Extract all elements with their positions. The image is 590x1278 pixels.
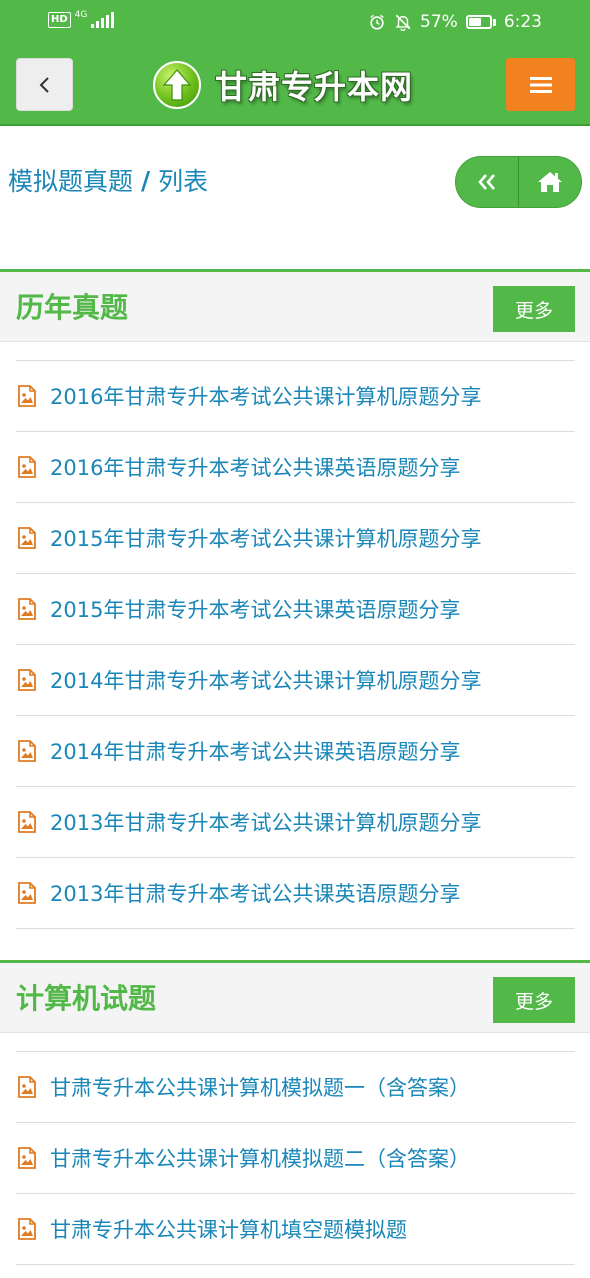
breadcrumb-separator: / xyxy=(141,165,151,195)
breadcrumb-parent-link[interactable]: 模拟题真题 xyxy=(8,162,133,198)
list-item-text: 2014年甘肃专升本考试公共课计算机原题分享 xyxy=(50,669,482,693)
list-item-text: 甘肃专升本公共课计算机填空题模拟题 xyxy=(50,1218,407,1242)
go-back-button[interactable] xyxy=(456,157,518,207)
list-item-text: 甘肃专升本公共课计算机模拟题二（含答案） xyxy=(50,1147,470,1171)
section-header-past-exams: 历年真题 更多 xyxy=(0,269,590,342)
home-button[interactable] xyxy=(519,157,581,207)
back-button[interactable] xyxy=(16,58,73,111)
image-file-icon xyxy=(18,1218,36,1240)
logo-text: 甘肃专升本网 xyxy=(215,68,414,106)
list-item[interactable]: 2016年甘肃专升本考试公共课计算机原题分享 xyxy=(16,361,575,432)
more-button[interactable]: 更多 xyxy=(493,977,575,1023)
list-item-text: 甘肃专升本公共课计算机模拟题一（含答案） xyxy=(50,1076,470,1100)
section-header-computer-tests: 计算机试题 更多 xyxy=(0,960,590,1033)
list-item[interactable]: 2014年甘肃专升本考试公共课计算机原题分享 xyxy=(16,645,575,716)
list-item[interactable]: 2015年甘肃专升本考试公共课英语原题分享 xyxy=(16,574,575,645)
image-file-icon xyxy=(18,1076,36,1098)
site-logo[interactable]: 甘肃专升本网 xyxy=(153,60,413,110)
hd-badge: HD xyxy=(48,12,71,28)
double-chevron-left-icon xyxy=(478,174,495,190)
image-file-icon xyxy=(18,740,36,762)
menu-button[interactable] xyxy=(506,58,575,111)
list-item-text: 2016年甘肃专升本考试公共课计算机原题分享 xyxy=(50,385,482,409)
image-file-icon xyxy=(18,669,36,691)
list-item-text: 2013年甘肃专升本考试公共课英语原题分享 xyxy=(50,882,461,906)
section-title: 历年真题 xyxy=(16,291,129,324)
chevron-left-icon xyxy=(39,76,49,93)
list-item-text: 2015年甘肃专升本考试公共课计算机原题分享 xyxy=(50,527,482,551)
list-item[interactable]: 甘肃专升本公共课计算机填空题模拟题 xyxy=(16,1194,575,1265)
computer-tests-list: 甘肃专升本公共课计算机模拟题一（含答案） 甘肃专升本公共课计算机模拟题二（含答案… xyxy=(16,1051,575,1265)
list-item[interactable]: 2016年甘肃专升本考试公共课英语原题分享 xyxy=(16,432,575,503)
image-file-icon xyxy=(18,456,36,478)
home-icon xyxy=(538,172,562,192)
list-item[interactable]: 甘肃专升本公共课计算机模拟题二（含答案） xyxy=(16,1123,575,1194)
network-type: 4G xyxy=(74,9,88,20)
signal-icon xyxy=(91,12,115,28)
section-title: 计算机试题 xyxy=(16,982,157,1015)
past-exams-list: 2016年甘肃专升本考试公共课计算机原题分享 2016年甘肃专升本考试公共课英语… xyxy=(16,360,575,929)
image-file-icon xyxy=(18,1147,36,1169)
battery-icon xyxy=(465,15,496,29)
image-file-icon xyxy=(18,385,36,407)
clock: 6:23 xyxy=(503,12,542,32)
image-file-icon xyxy=(18,811,36,833)
image-file-icon xyxy=(18,598,36,620)
list-item-text: 2014年甘肃专升本考试公共课英语原题分享 xyxy=(50,740,461,764)
image-file-icon xyxy=(18,527,36,549)
more-button[interactable]: 更多 xyxy=(493,286,575,332)
list-item-text: 2016年甘肃专升本考试公共课英语原题分享 xyxy=(50,456,461,480)
list-item[interactable]: 2015年甘肃专升本考试公共课计算机原题分享 xyxy=(16,503,575,574)
up-arrow-icon xyxy=(153,61,201,109)
hamburger-icon xyxy=(529,76,552,93)
list-item[interactable]: 2014年甘肃专升本考试公共课英语原题分享 xyxy=(16,716,575,787)
list-item[interactable]: 2013年甘肃专升本考试公共课计算机原题分享 xyxy=(16,787,575,858)
status-bar: HD 4G 57% 6:23 xyxy=(0,0,590,44)
status-right: 57% 6:23 xyxy=(368,12,542,32)
bell-off-icon xyxy=(395,14,411,31)
nav-pill xyxy=(455,156,582,208)
list-item-text: 2013年甘肃专升本考试公共课计算机原题分享 xyxy=(50,811,482,835)
breadcrumb: 模拟题真题 / 列表 xyxy=(8,162,208,198)
breadcrumb-current: 列表 xyxy=(158,167,209,196)
alarm-icon xyxy=(370,14,384,30)
list-item[interactable]: 甘肃专升本公共课计算机模拟题一（含答案） xyxy=(16,1052,575,1123)
status-left: HD 4G xyxy=(48,9,115,28)
image-file-icon xyxy=(18,882,36,904)
list-item-text: 2015年甘肃专升本考试公共课英语原题分享 xyxy=(50,598,461,622)
app-header: HD 4G 57% 6:23 甘肃专升本网 xyxy=(0,0,590,126)
battery-percent: 57% xyxy=(420,12,458,32)
list-item[interactable]: 2013年甘肃专升本考试公共课英语原题分享 xyxy=(16,858,575,929)
